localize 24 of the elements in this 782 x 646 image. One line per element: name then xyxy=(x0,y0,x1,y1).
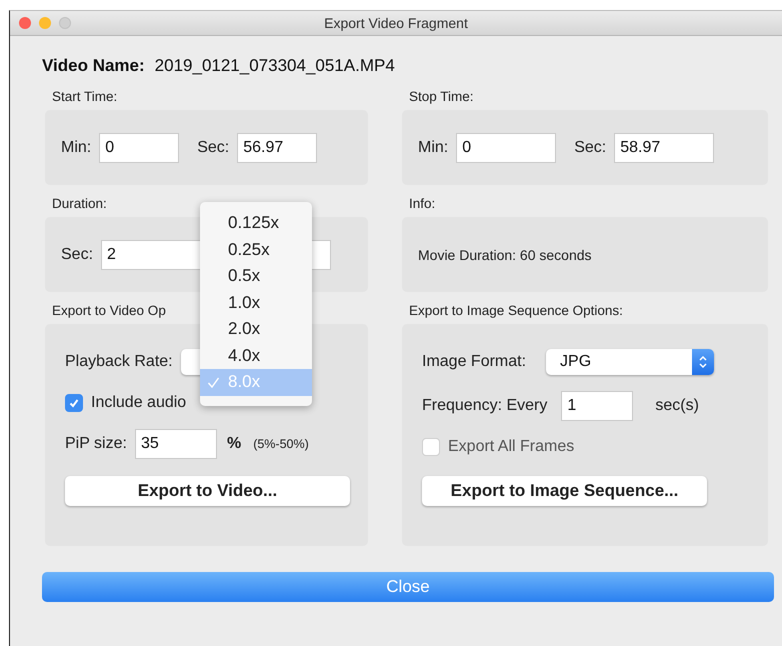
percent-label: % xyxy=(226,435,242,453)
export-all-frames-label: Export All Frames xyxy=(448,438,574,456)
export-image-options-label: Export to Image Sequence Options: xyxy=(409,302,623,320)
stop-time-label: Stop Time: xyxy=(409,88,474,106)
video-name-value: 2019_0121_073304_051A.MP4 xyxy=(154,56,395,76)
include-audio-label: Include audio xyxy=(91,394,186,412)
sec-label: Sec: xyxy=(61,246,94,264)
pip-range-hint: (5%-50%) xyxy=(253,437,309,451)
pip-size-label: PiP size: xyxy=(65,435,127,453)
video-name-label: Video Name: xyxy=(42,56,145,76)
info-label: Info: xyxy=(409,195,436,213)
export-video-options-label: Export to Video Op xyxy=(52,302,166,320)
start-time-label: Start Time: xyxy=(52,88,118,106)
sec-label: Sec: xyxy=(197,138,230,156)
sec-label: Sec: xyxy=(574,138,606,156)
movie-duration-text: Movie Duration: 60 seconds xyxy=(418,246,592,262)
image-format-label: Image Format: xyxy=(422,353,526,371)
window-title: Export Video Fragment xyxy=(324,15,468,31)
frequency-label: Frequency: Every xyxy=(422,397,548,415)
seconds-unit-label: sec(s) xyxy=(655,397,699,415)
playback-rate-label: Playback Rate: xyxy=(65,353,173,371)
min-label: Min: xyxy=(418,138,448,156)
duration-label: Duration: xyxy=(52,195,107,213)
min-label: Min: xyxy=(61,138,92,156)
